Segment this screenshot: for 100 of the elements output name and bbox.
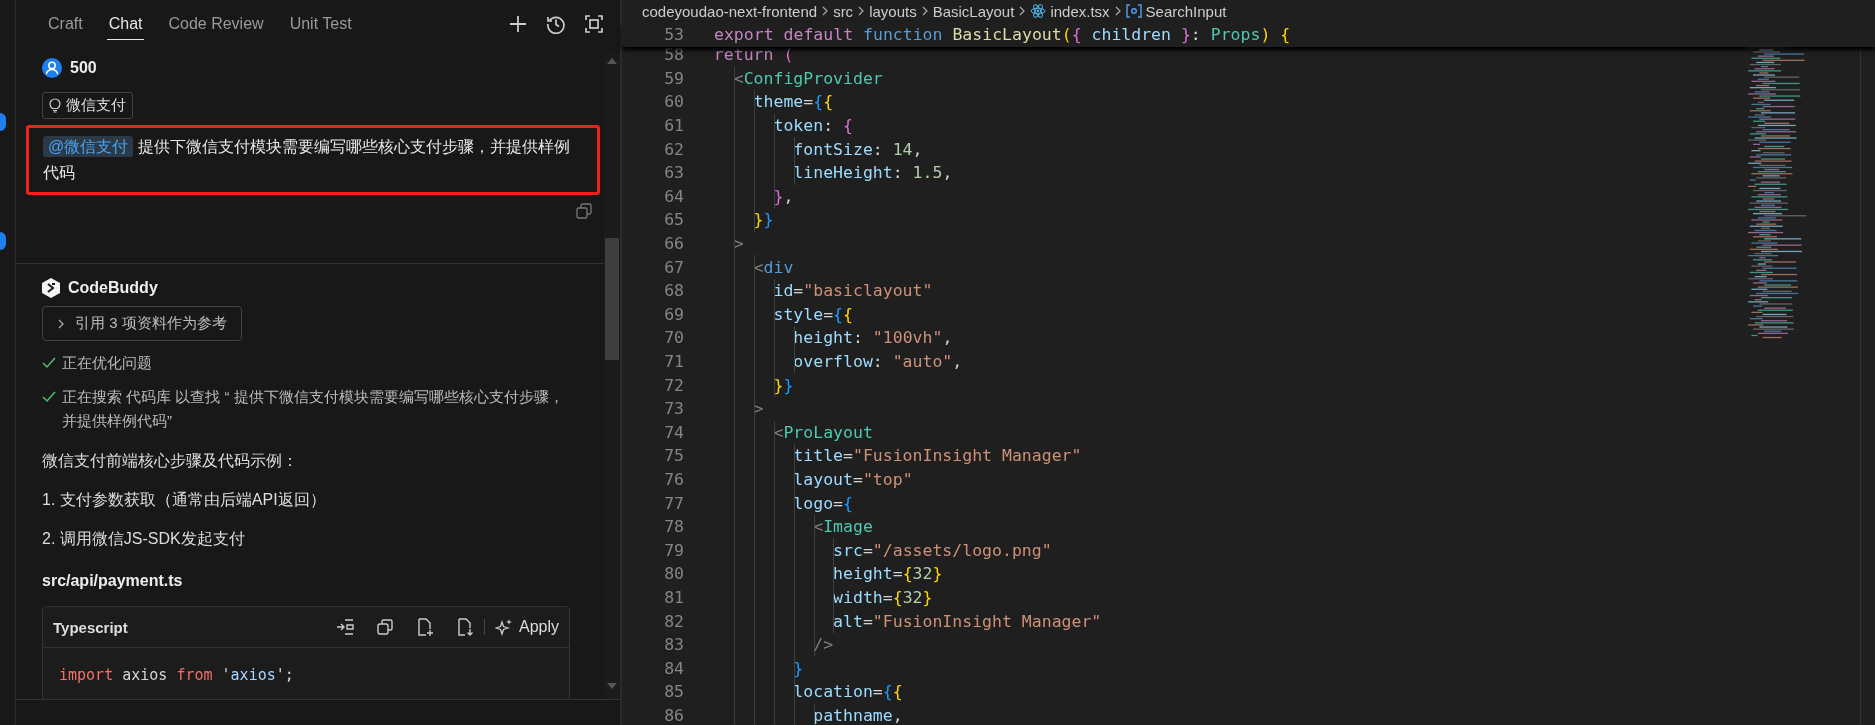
code-line: import axios from 'axios'; <box>59 666 295 684</box>
code-line: return ( <box>712 45 794 65</box>
answer-paragraph: 2. 调用微信JS-SDK发起支付 <box>42 529 246 549</box>
sparkle-icon <box>494 618 513 636</box>
line-number: 74 <box>663 422 685 442</box>
code-line: logo={ <box>792 493 853 513</box>
copy-icon[interactable] <box>375 618 394 636</box>
bot-logo-icon <box>42 278 60 298</box>
code-line: > <box>732 234 744 254</box>
line-number: 67 <box>663 257 685 277</box>
new-file-icon[interactable] <box>415 618 434 636</box>
user-avatar-icon <box>42 58 62 78</box>
code-line: width={32} <box>832 587 933 607</box>
code-line: lineHeight: 1.5, <box>792 163 953 183</box>
code-line: alt="FusionInsight Manager" <box>832 611 1102 631</box>
symbol-icon <box>1125 4 1142 18</box>
code-line: export default function BasicLayout({ children }: Props) { <box>714 25 1291 44</box>
code-line: pathname, <box>812 705 903 725</box>
code-line: }, <box>772 186 794 206</box>
code-line: }} <box>772 375 794 395</box>
breadcrumb-item[interactable]: index.tsx <box>1050 2 1110 20</box>
line-number: 83 <box>663 635 685 655</box>
code-line: src="/assets/logo.png" <box>832 540 1052 560</box>
apply-button[interactable]: Apply <box>494 618 559 636</box>
scrollbar-thumb[interactable] <box>605 238 619 360</box>
line-number: 78 <box>663 517 685 537</box>
line-number: 69 <box>663 304 685 324</box>
expand-icon[interactable] <box>584 14 604 34</box>
line-number: 80 <box>663 564 685 584</box>
history-icon[interactable] <box>546 14 566 34</box>
answer-paragraph: 1. 支付参数获取（通常由后端API返回） <box>42 490 327 510</box>
line-number: 79 <box>663 540 685 560</box>
chevron-right-icon <box>920 5 929 17</box>
code-line: }} <box>752 210 774 230</box>
breadcrumb-item[interactable]: SearchInput <box>1145 2 1227 20</box>
line-number: 72 <box>663 375 685 395</box>
panel-tab[interactable]: Chat <box>106 8 145 40</box>
answer-paragraph: 微信支付前端核心步骤及代码示例： <box>42 451 299 471</box>
step-text: 正在搜索 代码库 以查找 “ 提供下微信支付模块需要编写哪些核心支付步骤，并提供样例代码” <box>62 387 565 431</box>
context-chip[interactable]: 微信支付 <box>42 92 133 119</box>
breadcrumb-item[interactable]: BasicLayout <box>932 2 1015 20</box>
chevron-right-icon <box>821 5 830 17</box>
line-number: 76 <box>663 470 685 489</box>
line-number: 85 <box>663 682 685 702</box>
step-text: 正在优化问题 <box>62 353 152 373</box>
code-language: Typescript <box>53 618 128 636</box>
line-number: 82 <box>663 611 685 631</box>
mention-tag[interactable]: @微信支付 <box>43 136 134 157</box>
chevron-right-icon <box>1113 5 1122 17</box>
chip-label: 微信支付 <box>66 96 126 115</box>
line-number: 68 <box>663 281 685 301</box>
code-line: id="basiclayout" <box>772 281 933 301</box>
code-line: theme={{ <box>752 92 834 112</box>
breadcrumb-item[interactable]: src <box>833 2 854 20</box>
code-line: <ConfigProvider <box>732 68 883 88</box>
code-line: location={{ <box>792 682 903 702</box>
line-number: 75 <box>663 446 685 466</box>
line-number: 63 <box>663 163 685 183</box>
file-download-icon[interactable] <box>455 618 474 636</box>
line-number: 73 <box>663 399 685 419</box>
panel-tab[interactable]: Unit Test <box>287 8 354 40</box>
insert-icon[interactable] <box>335 618 354 636</box>
breadcrumb-item[interactable]: layouts <box>869 2 917 20</box>
chevron-right-icon <box>1018 5 1027 17</box>
line-number: 61 <box>663 116 685 136</box>
lightbulb-icon <box>49 98 61 113</box>
chevron-right-icon <box>857 5 866 17</box>
breadcrumb-item[interactable]: codeyoudao-next-frontend <box>642 2 818 20</box>
line-number: 53 <box>663 25 685 44</box>
code-line: token: { <box>772 116 853 136</box>
code-line: title="FusionInsight Manager" <box>792 446 1082 466</box>
react-atom-icon <box>1030 3 1047 19</box>
chevron-right-icon <box>57 317 65 330</box>
line-number: 71 <box>663 352 685 371</box>
code-line: style={{ <box>772 304 853 324</box>
panel-tab[interactable]: Craft <box>46 8 85 40</box>
line-number: 64 <box>663 186 685 206</box>
user-message-text: @微信支付 提供下微信支付模块需要编写哪些核心支付步骤，并提供样例代码 <box>43 135 571 183</box>
user-name: 500 <box>70 59 97 77</box>
references-button[interactable]: 引用 3 项资料作为参考 <box>42 306 242 341</box>
assistant-name: CodeBuddy <box>68 279 158 297</box>
code-line: overflow: "auto", <box>792 352 963 371</box>
line-number: 81 <box>663 587 685 607</box>
line-number: 84 <box>663 658 685 678</box>
line-number: 77 <box>663 493 685 513</box>
add-icon[interactable] <box>508 14 528 34</box>
code-line: height: "100vh", <box>792 328 953 348</box>
panel-tab[interactable]: Code Review <box>166 8 266 40</box>
line-number: 58 <box>663 45 685 65</box>
line-number: 70 <box>663 328 685 348</box>
file-path: src/api/payment.ts <box>42 572 184 590</box>
line-number: 60 <box>663 92 685 112</box>
line-number: 86 <box>663 705 685 725</box>
code-line: height={32} <box>832 564 943 584</box>
code-line: fontSize: 14, <box>792 139 923 159</box>
line-number: 59 <box>663 68 685 88</box>
line-number: 66 <box>663 234 685 254</box>
code-line: /> <box>812 635 834 655</box>
code-line: layout="top" <box>792 470 913 489</box>
code-line: } <box>792 658 804 678</box>
